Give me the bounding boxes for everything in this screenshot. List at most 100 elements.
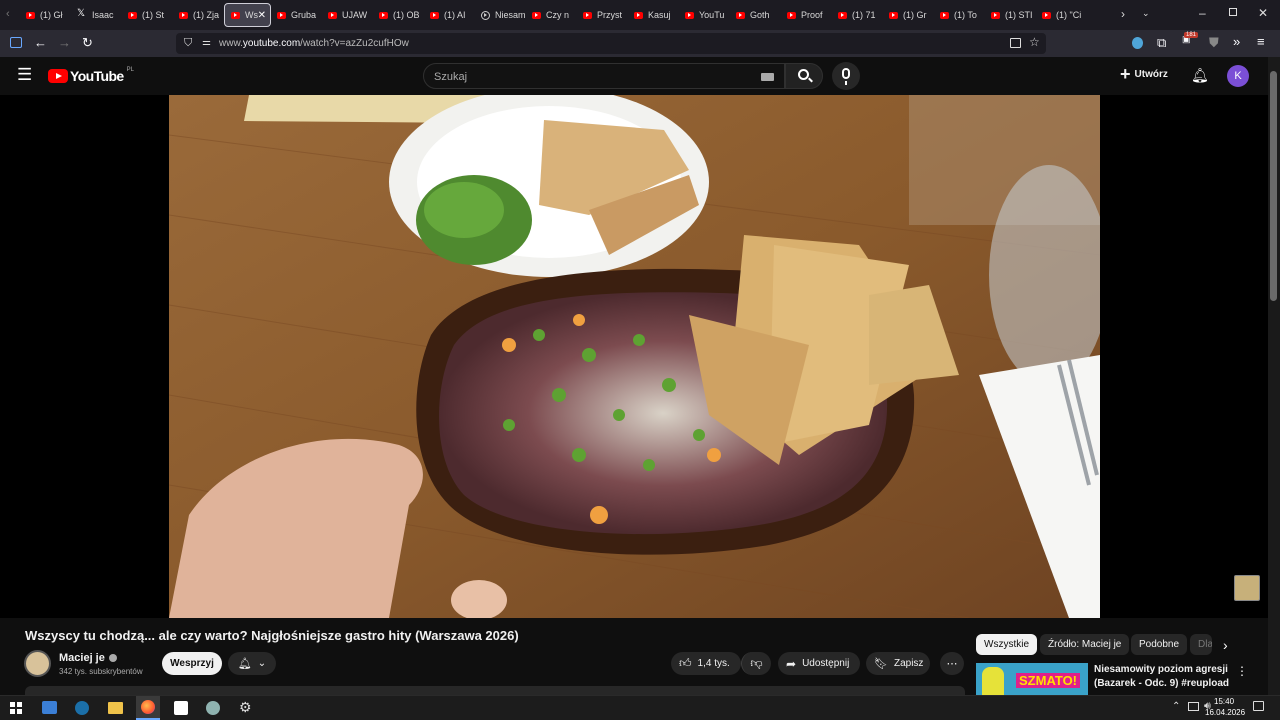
subscription-bell-button[interactable]: 🔔︎ ⌄ <box>228 652 276 675</box>
chip-related[interactable]: Podobne <box>1131 634 1188 655</box>
reader-view-icon[interactable] <box>1010 38 1021 48</box>
scrollbar-thumb[interactable] <box>1270 71 1277 301</box>
tray-expand-icon[interactable]: ⌃ <box>1172 701 1180 712</box>
shield-icon[interactable]: ⛉ <box>184 37 192 50</box>
sidebar-toggle-icon[interactable] <box>10 37 22 48</box>
browser-tab[interactable]: (1) Gr <box>883 3 934 27</box>
save-button[interactable]: 🔖︎ Zapisz <box>866 652 930 675</box>
browser-tab[interactable]: (1) Zja <box>173 3 224 27</box>
like-button[interactable]: 👍︎ 1,4 tys. <box>671 652 741 675</box>
back-icon[interactable]: ← <box>34 36 47 49</box>
recommendation-thumbnail[interactable]: SZMATO! <box>976 663 1088 695</box>
reload-icon[interactable]: ↻ <box>82 36 93 49</box>
create-button[interactable]: + Utwórz <box>1120 64 1168 84</box>
restore-window-icon[interactable] <box>1229 8 1237 16</box>
browser-tab-label: Goth <box>750 10 770 20</box>
url-bar[interactable]: ⛉ ⚌ www.youtube.com/watch?v=azZu2cufHOw … <box>176 33 1046 54</box>
channel-watermark[interactable] <box>1234 575 1260 601</box>
browser-tab[interactable]: (1) OB <box>373 3 424 27</box>
chip-all[interactable]: Wszystkie <box>976 634 1037 655</box>
tab-scroll-left-icon[interactable]: ‹ <box>6 8 10 20</box>
more-actions-button[interactable]: ⋯ <box>940 652 964 675</box>
recommendation-title-line1[interactable]: Niesamowity poziom agresji <box>1094 664 1228 675</box>
recommendation-title-line2[interactable]: (Bazarek - Odc. 9) #reupload <box>1094 678 1229 689</box>
browser-tab[interactable]: Kasuj <box>628 3 679 27</box>
more-tools-icon[interactable]: » <box>1233 35 1240 48</box>
list-all-tabs-icon[interactable]: ⌄ <box>1142 8 1150 19</box>
app-menu-icon[interactable]: ≡ <box>1257 35 1265 48</box>
youtube-logo[interactable]: YouTube PL <box>48 67 134 84</box>
settings-gear-icon[interactable]: ⚙ <box>239 699 252 716</box>
network-icon[interactable] <box>1188 702 1199 711</box>
account-avatar[interactable]: K <box>1227 65 1249 87</box>
ublock-shield-icon[interactable]: ⛊ <box>1209 36 1219 49</box>
clock-time[interactable]: 15:40 <box>1214 697 1234 706</box>
browser-tab[interactable]: UJAW <box>322 3 373 27</box>
notion-icon[interactable] <box>174 701 188 715</box>
desktop-app-icon[interactable] <box>42 701 57 714</box>
search-button[interactable] <box>785 63 823 89</box>
browser-tab[interactable]: (1) AI <box>424 3 475 27</box>
browser-tab[interactable]: Niesam <box>475 3 526 27</box>
recommendation-menu-icon[interactable]: ⋮ <box>1236 664 1248 678</box>
browser-tab-label: Niesam <box>495 10 526 20</box>
browser-tab-label: (1) "Ci <box>1056 10 1082 20</box>
browser-tab[interactable]: Przyst <box>577 3 628 27</box>
browser-tab[interactable]: (1) STI <box>985 3 1036 27</box>
browser-tab[interactable]: (1) 71 <box>832 3 883 27</box>
vpn-shield-icon[interactable] <box>1132 37 1143 49</box>
close-tab-icon[interactable]: ✕ <box>258 10 266 21</box>
browser-tab[interactable]: Goth <box>730 3 781 27</box>
clock-date[interactable]: 16.04.2026 <box>1205 708 1245 717</box>
voice-search-button[interactable] <box>832 62 860 90</box>
windows-start-icon[interactable] <box>10 702 22 714</box>
browser-tab[interactable]: (1) St <box>122 3 173 27</box>
chip-for-you[interactable]: Dla <box>1190 634 1212 655</box>
tab-scroll-right-icon[interactable]: › <box>1121 7 1125 21</box>
browser-toolbar: ← → ↻ ⛉ ⚌ www.youtube.com/watch?v=azZu2c… <box>0 30 1280 57</box>
video-player[interactable] <box>0 95 1268 618</box>
search-input[interactable]: Szukaj <box>423 63 785 89</box>
chip-from-channel[interactable]: Źródło: Maciej je <box>1040 634 1130 655</box>
forward-icon[interactable]: → <box>58 36 71 49</box>
description-box[interactable] <box>25 686 965 695</box>
subscriber-count: 342 tys. subskrybentów <box>59 667 143 676</box>
minimize-window-icon[interactable]: – <box>1199 6 1206 20</box>
page-scrollbar[interactable] <box>1268 57 1280 695</box>
channel-avatar[interactable] <box>24 650 51 677</box>
close-window-icon[interactable]: ✕ <box>1258 6 1268 20</box>
browser-tab-active[interactable]: Ws ✕ <box>224 3 271 27</box>
url-text[interactable]: www.youtube.com/watch?v=azZu2cufHOw <box>219 38 409 49</box>
notifications-icon[interactable] <box>1253 701 1264 711</box>
browser-tab[interactable]: Proof <box>781 3 832 27</box>
browser-tab[interactable]: YouTu <box>679 3 730 27</box>
channel-name[interactable]: Maciej je <box>59 652 117 664</box>
keyboard-icon[interactable] <box>761 73 774 81</box>
site-permissions-icon[interactable]: ⚌ <box>202 37 211 48</box>
video-frame[interactable] <box>169 95 1100 618</box>
browser-tab[interactable]: (1) "Ci <box>1036 3 1087 27</box>
browser-tab[interactable]: (1) To <box>934 3 985 27</box>
dislike-button[interactable]: 👎︎ <box>741 652 771 675</box>
thumbs-up-icon: 👍︎ <box>679 656 692 670</box>
notifications-bell-icon[interactable]: 🔔︎ <box>1191 67 1209 84</box>
support-button[interactable]: Wesprzyj <box>162 652 222 675</box>
browser-tab[interactable]: Gruba <box>271 3 322 27</box>
browser-tab-label: (1) OB <box>393 10 420 20</box>
steam-icon[interactable] <box>75 701 89 715</box>
chips-next-icon[interactable]: › <box>1223 637 1228 653</box>
youtube-icon <box>736 11 745 19</box>
extensions-puzzle-icon[interactable]: ⧉ <box>1157 36 1166 49</box>
firefox-icon[interactable] <box>136 696 160 720</box>
file-explorer-icon[interactable] <box>108 702 123 714</box>
plus-icon: + <box>1120 64 1131 84</box>
thumbnail-person <box>982 667 1004 695</box>
bookmark-star-icon[interactable]: ☆ <box>1029 35 1040 49</box>
browser-tab-label: (1) St <box>142 10 165 20</box>
browser-tab[interactable]: Czy n <box>526 3 577 27</box>
share-button[interactable]: ➦ Udostępnij <box>778 652 860 675</box>
guide-menu-icon[interactable]: ☰ <box>17 66 32 83</box>
browser-tab[interactable]: (1) Gł <box>20 3 71 27</box>
browser-tab[interactable]: Isaac <box>71 3 122 27</box>
app-icon[interactable] <box>206 701 220 715</box>
